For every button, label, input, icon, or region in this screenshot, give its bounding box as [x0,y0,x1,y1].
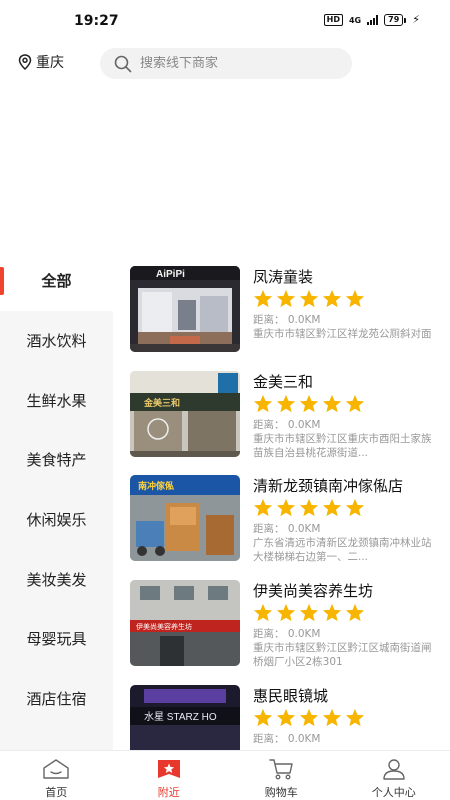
star-icon [345,499,365,517]
store-card[interactable]: 伊美尚美容养生坊 伊美尚美容养生坊 距离： 0.0KM 重庆市市辖区黔江区黔江区… [113,574,450,679]
location-selector[interactable]: 重庆 [18,52,64,72]
star-icon [299,603,319,622]
store-distance: 距离： 0.0KM [253,314,321,326]
store-photo: AiPiPi [130,266,240,352]
status-time: 19:27 [74,13,119,29]
category-leisure[interactable]: 休闲娱乐 [0,490,113,550]
category-sidebar: 全部 酒水饮料 生鲜水果 美食特产 休闲娱乐 美妆美发 母婴玩具 酒店住宿 [0,251,113,751]
category-beauty[interactable]: 美妆美发 [0,549,113,609]
network-label: 4G [348,15,362,25]
store-name: 凤涛童装 [253,268,314,286]
store-distance: 距离： 0.0KM [253,628,321,641]
charging-icon: ⚡ [412,13,420,26]
category-all[interactable]: 全部 [0,251,113,311]
store-name: 清新龙颈镇南冲傢俬店 [253,477,404,496]
header: 重庆 [0,46,450,80]
star-icon [276,603,296,622]
store-address: 重庆市市辖区黔江区重庆市酉阳土家族苗族自治县桃花源街道... [253,432,432,459]
signal-icon [367,15,379,25]
category-hotel[interactable]: 酒店住宿 [0,669,113,729]
category-baby-toys[interactable]: 母婴玩具 [0,609,113,669]
status-indicators: HD 4G 79 ⚡ [323,13,420,26]
store-address: 广东省清远市清新区龙颈镇南冲林业站大楼梯梯右边第一、二... [253,537,432,564]
status-bar: 19:27 HD 4G 79 ⚡ [0,0,450,40]
star-icon [345,394,365,412]
store-sign-text: 水星 STARZ HO [144,711,217,723]
star-rating [253,289,365,308]
star-icon [322,289,342,308]
store-photo: 金美三和 [130,370,240,457]
store-card[interactable]: 南冲傢俬 清新龙颈镇南冲傢俬店 距离： 0.0KM 广东省清远市清新区龙颈镇南冲… [113,469,450,574]
store-name: 惠民眼镜城 [253,686,329,705]
nav-label: 个人中心 [371,786,416,799]
star-icon [345,603,365,622]
hd-badge: HD [323,14,343,26]
store-sign-text: AiPiPi [156,269,185,280]
star-icon [276,394,296,412]
search-bar[interactable] [100,48,352,79]
store-name: 伊美尚美容养生坊 [253,582,374,601]
store-card[interactable]: 水星 STARZ HO 惠民眼镜城 距离： 0.0KM [113,679,450,750]
user-icon [381,757,407,781]
star-icon [253,394,273,412]
store-sign-text: 伊美尚美容养生坊 [136,622,192,631]
star-rating [253,498,365,517]
star-icon [253,708,273,726]
store-sign-text: 金美三和 [143,397,180,409]
star-icon [253,499,273,517]
store-card[interactable]: 金美三和 金美三和 距离： 0.0KM 重庆市市辖区黔江区重庆市酉阳土家族苗族自… [113,365,450,470]
store-name: 金美三和 [253,372,314,391]
store-photo: 南冲傢俬 [130,475,240,562]
store-photo: 伊美尚美容养生坊 [130,580,240,667]
star-rating [253,603,365,622]
location-label: 重庆 [36,55,64,71]
star-icon [345,289,365,308]
category-food-specialty[interactable]: 美食特产 [0,430,113,490]
nav-label: 购物车 [264,786,298,799]
star-icon [322,499,342,517]
cart-icon [267,757,295,781]
bottom-nav: 首页 附近 购物车 个人中心 [0,750,450,800]
store-list: AiPiPi 凤涛童装 距离： 0.0KM 重庆市市辖区黔江区祥龙苑公厕斜对面 [113,260,450,750]
search-icon [114,55,132,72]
nav-nearby[interactable]: 附近 [113,751,226,800]
store-distance: 距离： 0.0KM [253,418,321,431]
store-address: 重庆市市辖区黔江区祥龙苑公厕斜对面 [253,328,432,340]
nav-cart[interactable]: 购物车 [225,751,338,800]
store-distance: 距离： 0.0KM [253,523,321,536]
star-icon [276,708,296,726]
home-icon [41,757,71,781]
star-icon [322,603,342,622]
store-sign-text: 南冲傢俬 [138,480,174,492]
nav-profile[interactable]: 个人中心 [338,751,450,800]
nav-home[interactable]: 首页 [0,751,113,800]
star-rating [253,708,365,727]
star-icon [299,394,319,412]
store-distance: 距离： 0.0KM [253,732,321,745]
star-icon [345,708,365,726]
category-fresh-fruit[interactable]: 生鲜水果 [0,370,113,430]
nav-label: 首页 [45,786,68,799]
star-icon [299,289,319,308]
search-input[interactable] [140,56,330,71]
store-photo: 水星 STARZ HO [130,684,240,750]
star-icon [299,499,319,517]
star-rating [253,394,365,413]
store-card[interactable]: AiPiPi 凤涛童装 距离： 0.0KM 重庆市市辖区黔江区祥龙苑公厕斜对面 [113,260,450,365]
category-drinks[interactable]: 酒水饮料 [0,311,113,371]
star-icon [322,394,342,412]
star-icon [276,289,296,308]
star-icon [253,603,273,622]
nav-label: 附近 [157,786,180,799]
location-pin-icon [18,54,32,70]
star-icon [322,708,342,726]
star-icon [276,499,296,517]
star-icon [299,708,319,726]
store-address: 重庆市市辖区黔江区黔江区城南街道闸桥烟厂小区2栋301 [253,642,432,669]
battery-icon: 79 [384,14,407,26]
nearby-icon [155,757,183,781]
star-icon [253,289,273,308]
battery-level: 79 [384,14,404,26]
